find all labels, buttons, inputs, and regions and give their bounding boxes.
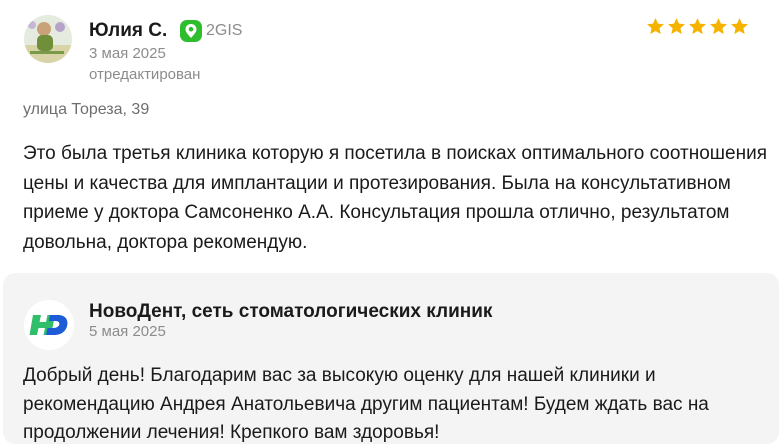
review-date: 3 мая 2025: [89, 45, 166, 62]
star-icon: [710, 18, 727, 35]
star-icon: [647, 18, 664, 35]
rating-stars: [646, 17, 749, 36]
company-logo: [24, 300, 74, 350]
source-label: 2GIS: [206, 22, 243, 39]
user-avatar[interactable]: [24, 15, 72, 63]
reply-text: Добрый день! Благодарим вас за высокую о…: [23, 365, 709, 443]
review-address[interactable]: улица Тореза, 39: [23, 101, 149, 119]
2gis-pin-icon: [180, 20, 202, 42]
review-author-name[interactable]: Юлия С.: [89, 20, 167, 42]
star-icon: [668, 18, 685, 35]
star-icon: [731, 18, 748, 35]
review-card: Юлия С. 2GIS 3 мая 2025 отредактирован у…: [0, 0, 783, 270]
edited-label: отредактирован: [89, 66, 201, 83]
reply-date: 5 мая 2025: [89, 323, 166, 340]
company-name[interactable]: НовоДент, сеть стоматологических клиник: [89, 301, 492, 323]
star-icon: [689, 18, 706, 35]
review-source: 2GIS: [180, 20, 242, 42]
review-text: Это была третья клиника которую я посети…: [23, 143, 767, 253]
company-reply: НовоДент, сеть стоматологических клиник …: [3, 273, 779, 444]
